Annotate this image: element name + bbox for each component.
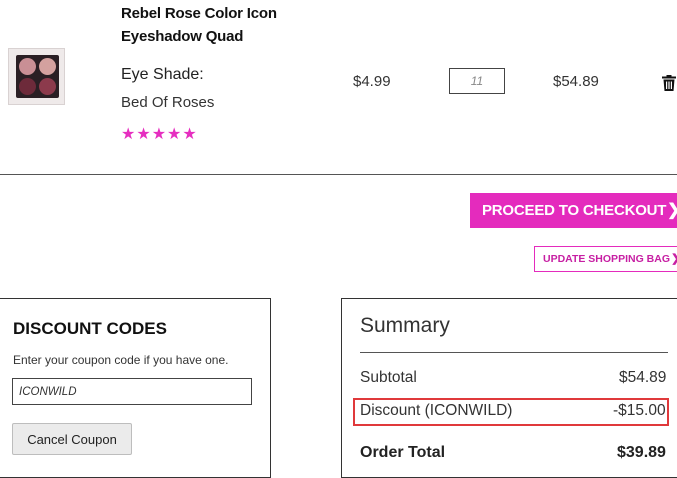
chevron-right-icon: ❯ <box>667 193 677 228</box>
discount-codes-title: DISCOUNT CODES <box>13 319 167 338</box>
shade-value: Bed Of Roses <box>121 94 215 111</box>
unit-price: $4.99 <box>353 73 391 90</box>
checkout-button-label: PROCEED TO CHECKOUT <box>482 202 667 219</box>
update-shopping-bag-button[interactable]: UPDATE SHOPPING BAG ❯ <box>534 246 677 272</box>
cancel-coupon-button[interactable]: Cancel Coupon <box>12 423 132 455</box>
coupon-code-input[interactable] <box>12 378 252 405</box>
chevron-right-icon: ❯ <box>671 247 677 271</box>
trash-icon[interactable] <box>662 75 676 91</box>
product-name[interactable]: Rebel Rose Color Icon Eyeshadow Quad <box>121 2 311 48</box>
discount-value: -$15.00 <box>613 402 666 419</box>
product-name-line2[interactable]: Eyeshadow Quad <box>121 25 311 48</box>
shade-label: Eye Shade: <box>121 66 204 83</box>
order-total-label: Order Total <box>360 444 446 461</box>
update-bag-label: UPDATE SHOPPING BAG <box>543 253 670 265</box>
summary-title: Summary <box>360 314 450 337</box>
eyeshadow-palette-thumbnail <box>16 55 59 98</box>
rating-stars: ★★★★★ <box>121 126 198 143</box>
shadow-pan <box>19 58 36 75</box>
order-total-value: $39.89 <box>617 444 666 461</box>
proceed-to-checkout-button[interactable]: PROCEED TO CHECKOUT ❯ <box>470 193 677 228</box>
coupon-hint-text: Enter your coupon code if you have one. <box>13 353 229 367</box>
subtotal-label: Subtotal <box>360 369 417 386</box>
quantity-input[interactable] <box>449 68 505 94</box>
summary-divider <box>360 352 668 353</box>
shadow-pan <box>19 78 36 95</box>
shadow-pan <box>39 78 56 95</box>
shadow-pan <box>39 58 56 75</box>
product-image[interactable] <box>8 48 65 105</box>
line-total: $54.89 <box>553 73 599 90</box>
discount-label: Discount (ICONWILD) <box>360 402 513 419</box>
section-divider <box>0 174 677 175</box>
subtotal-value: $54.89 <box>619 369 667 386</box>
product-name-line1[interactable]: Rebel Rose Color Icon <box>121 2 311 25</box>
